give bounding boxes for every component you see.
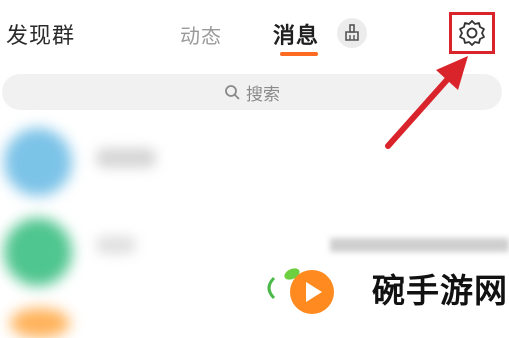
list-item[interactable] — [96, 148, 156, 168]
avatar[interactable] — [10, 308, 70, 338]
search-icon — [225, 85, 240, 100]
tab-messages[interactable]: 消息 — [273, 18, 319, 50]
clean-unread-button[interactable] — [337, 18, 367, 48]
gear-icon — [459, 20, 485, 46]
blurred-content — [330, 238, 509, 252]
avatar[interactable] — [4, 128, 72, 196]
active-tab-indicator — [280, 52, 318, 56]
search-placeholder: 搜索 — [246, 84, 280, 105]
annotation-arrow — [385, 56, 468, 149]
site-logo-icon — [267, 268, 334, 314]
broom-icon — [345, 24, 359, 41]
list-item[interactable] — [96, 236, 136, 254]
settings-button[interactable] — [449, 12, 495, 54]
discover-groups-link[interactable]: 发现群 — [6, 18, 75, 50]
avatar[interactable] — [4, 218, 72, 286]
watermark-text: 碗手游网 — [372, 271, 508, 310]
tab-dynamic[interactable]: 动态 — [180, 20, 222, 49]
